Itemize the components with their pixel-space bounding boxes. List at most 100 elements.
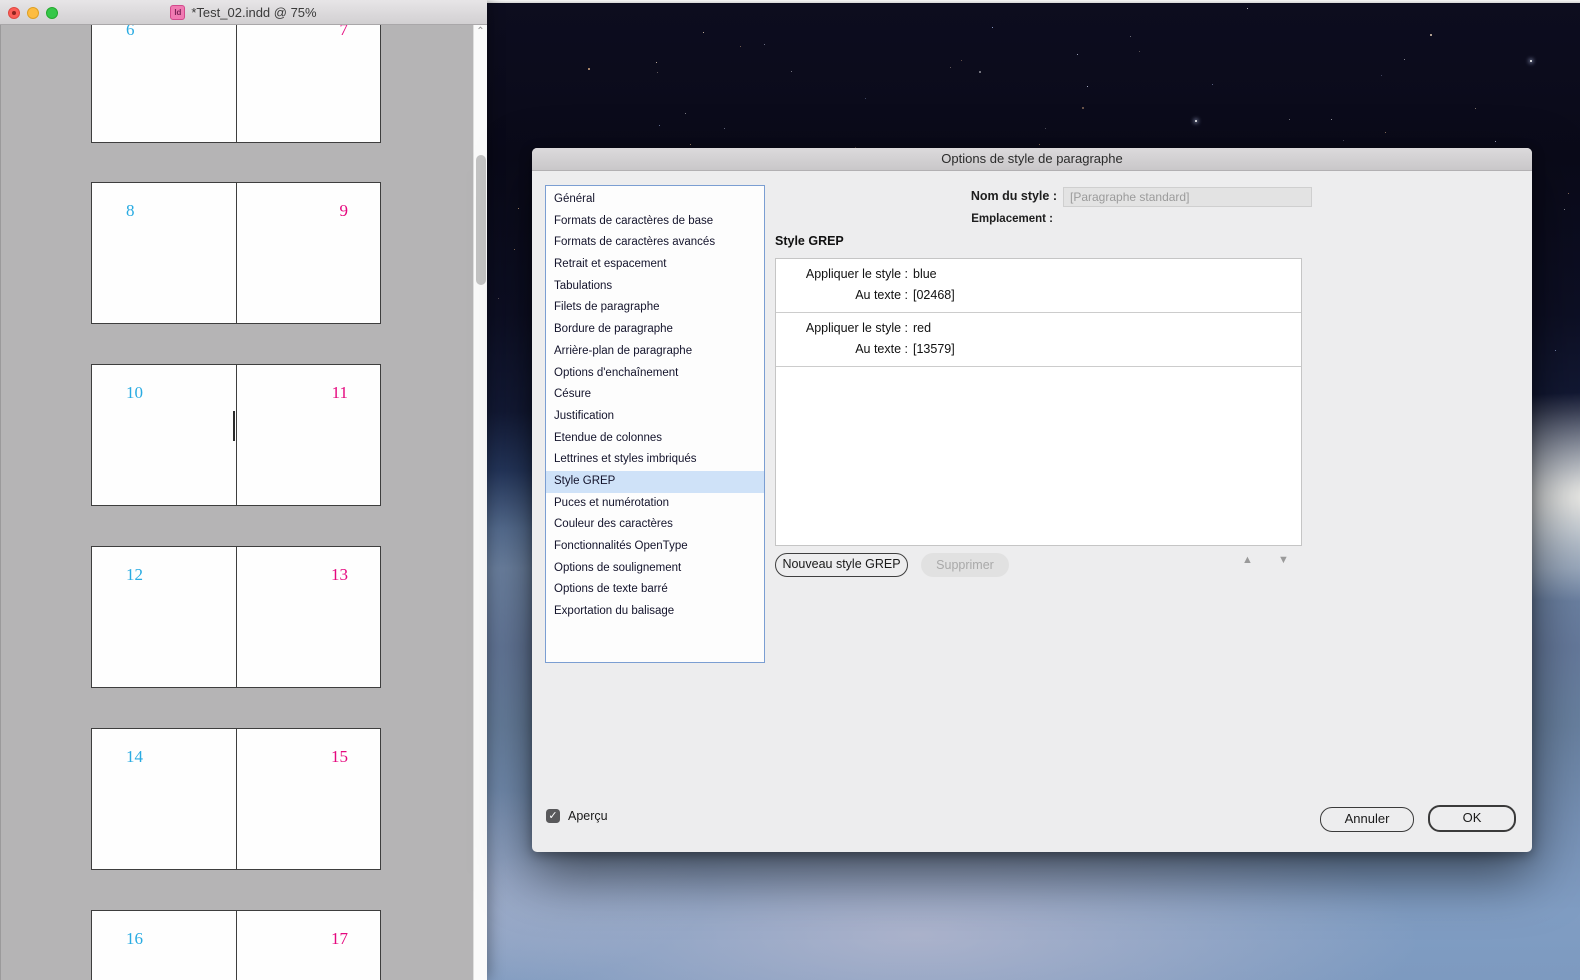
star <box>1246 7 1248 9</box>
star <box>685 112 687 114</box>
star <box>1087 86 1089 88</box>
star <box>763 44 765 46</box>
star <box>991 26 993 28</box>
star <box>1139 50 1141 52</box>
text-insertion-cursor <box>233 411 235 441</box>
star <box>1044 128 1046 130</box>
sidebar-item[interactable]: Formats de caractères avancés <box>546 232 764 254</box>
indesign-window: Id *Test_02.indd @ 75% 6 7 8 9 10 11 12 13 14 15 1… <box>0 0 487 980</box>
sidebar-item[interactable]: Filets de paragraphe <box>546 297 764 319</box>
bright-star <box>1195 120 1197 122</box>
page-number: 13 <box>331 565 348 584</box>
sidebar-item[interactable]: Formats de caractères de base <box>546 211 764 233</box>
star <box>1343 139 1345 141</box>
star <box>1081 107 1084 110</box>
star <box>497 298 499 300</box>
star <box>1385 132 1387 134</box>
minimize-button[interactable] <box>27 6 39 19</box>
delete-grep-style-button[interactable]: Supprimer <box>921 553 1009 577</box>
preview-option: ✓ Aperçu <box>546 809 608 823</box>
grep-rule-row[interactable]: Appliquer le style : red Au texte : [13579] <box>776 313 1301 367</box>
sidebar-item[interactable]: Bordure de paragraphe <box>546 319 764 341</box>
sidebar-item[interactable]: Général <box>546 189 764 211</box>
star <box>588 67 591 70</box>
spread-spine <box>236 547 237 687</box>
dialog-titlebar[interactable]: Options de style de paragraphe <box>532 148 1532 171</box>
page-number: 17 <box>331 929 348 948</box>
move-down-icon[interactable]: ▼ <box>1278 554 1289 566</box>
spread-spine <box>236 25 237 142</box>
star <box>1430 34 1433 37</box>
sidebar-item[interactable]: Lettrines et styles imbriqués <box>546 449 764 471</box>
sidebar-item[interactable]: Justification <box>546 406 764 428</box>
sidebar-item[interactable]: Puces et numérotation <box>546 493 764 515</box>
spread-spine <box>236 183 237 323</box>
sidebar-item[interactable]: Options d'enchaînement <box>546 363 764 385</box>
sidebar-item[interactable]: Césure <box>546 384 764 406</box>
sidebar-item[interactable]: Etendue de colonnes <box>546 428 764 450</box>
sidebar-item[interactable]: Fonctionnalités OpenType <box>546 536 764 558</box>
page-spread[interactable]: 10 11 <box>91 364 381 506</box>
star <box>517 207 519 209</box>
sidebar-item[interactable]: Options de soulignement <box>546 558 764 580</box>
star <box>1567 193 1569 195</box>
window-title: *Test_02.indd @ 75% <box>191 4 317 20</box>
page-number: 14 <box>126 747 143 766</box>
zoom-button[interactable] <box>46 6 58 19</box>
move-up-icon[interactable]: ▲ <box>1242 554 1253 566</box>
close-button[interactable] <box>8 6 20 19</box>
star <box>689 144 691 146</box>
sidebar-item[interactable]: Arrière-plan de paragraphe <box>546 341 764 363</box>
page-spread[interactable]: 14 15 <box>91 728 381 870</box>
star <box>1564 209 1566 211</box>
sidebar-item[interactable]: Tabulations <box>546 276 764 298</box>
scroll-up-icon[interactable]: ⌃ <box>474 27 487 37</box>
grep-rule-row[interactable]: Appliquer le style : blue Au texte : [02468… <box>776 259 1301 313</box>
star <box>1555 350 1557 352</box>
indesign-app-icon: Id <box>170 4 186 20</box>
star <box>1381 74 1383 76</box>
spread-spine <box>236 365 237 505</box>
ok-button[interactable]: OK <box>1428 805 1516 832</box>
page-spread[interactable]: 89 <box>91 182 381 324</box>
preview-checkbox[interactable]: ✓ <box>546 809 560 823</box>
page-number: 6 <box>126 25 135 39</box>
traffic-lights <box>8 6 58 19</box>
vertical-scrollbar[interactable]: ⌃ <box>473 25 487 980</box>
window-titlebar[interactable]: Id *Test_02.indd @ 75% <box>0 0 487 25</box>
page-spread[interactable]: 67 <box>91 25 381 143</box>
cancel-button[interactable]: Annuler <box>1320 807 1414 832</box>
grep-rule-value: [02468] <box>913 288 955 302</box>
sidebar-item[interactable]: Style GREP <box>546 470 764 493</box>
star <box>702 32 704 34</box>
page-number: 12 <box>126 565 143 584</box>
star <box>791 71 793 73</box>
star <box>656 61 658 63</box>
page-number: 8 <box>126 201 135 220</box>
star <box>739 45 741 47</box>
document-canvas[interactable]: 6 7 8 9 10 11 12 13 14 15 16 17 <box>0 25 473 980</box>
grep-rule-value: blue <box>913 267 937 281</box>
scrollbar-thumb[interactable] <box>476 155 486 285</box>
grep-rules-list[interactable]: Appliquer le style : blue Au texte : [02468… <box>775 258 1302 546</box>
bright-star <box>1530 60 1532 62</box>
page-number: 11 <box>331 383 348 402</box>
star <box>657 72 659 74</box>
style-name-field[interactable]: [Paragraphe standard] <box>1063 187 1312 207</box>
page-spread[interactable]: 16 17 <box>91 910 381 980</box>
grep-section-heading: Style GREP <box>775 234 844 248</box>
preview-label: Aperçu <box>568 809 608 823</box>
grep-rule-label: Au texte : <box>855 288 908 302</box>
star <box>960 60 962 62</box>
star <box>865 98 867 100</box>
star <box>659 124 661 126</box>
sidebar-item[interactable]: Options de texte barré <box>546 579 764 601</box>
page-spread[interactable]: 12 13 <box>91 546 381 688</box>
new-grep-style-button[interactable]: Nouveau style GREP <box>775 553 908 577</box>
grep-rule-value: red <box>913 321 932 335</box>
sidebar-item[interactable]: Retrait et espacement <box>546 254 764 276</box>
star <box>514 249 516 250</box>
sidebar-item[interactable]: Exportation du balisage <box>546 601 764 623</box>
grep-rule-label: Au texte : <box>855 342 908 356</box>
sidebar-item[interactable]: Couleur des caractères <box>546 514 764 536</box>
